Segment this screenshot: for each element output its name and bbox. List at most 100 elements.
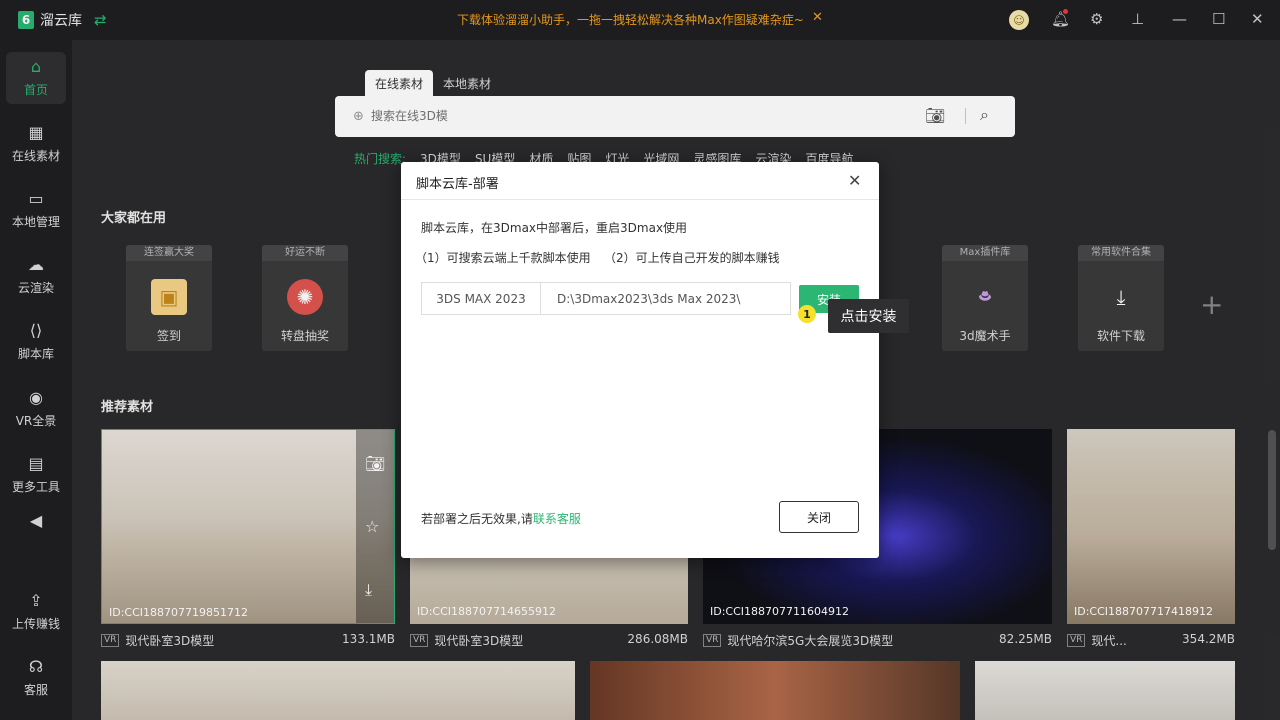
tab-online-assets[interactable]: 在线素材: [365, 70, 434, 96]
model-id: ID:CCI188707717418912: [1074, 605, 1214, 618]
dialog-header: 脚本云库-部署 ✕: [401, 162, 879, 200]
close-window-icon[interactable]: ✕: [1251, 10, 1264, 28]
grid-icon: ▦: [28, 122, 44, 142]
calendar-icon: ▣: [151, 279, 187, 315]
maximize-icon[interactable]: ☐: [1212, 10, 1225, 28]
tool-card-magic-hand[interactable]: Max插件库 🎩︎ 3d魔术手: [942, 245, 1028, 351]
search-input[interactable]: [371, 106, 871, 126]
scrollbar[interactable]: [1268, 430, 1276, 550]
model-thumbnail: [1067, 429, 1235, 624]
sidebar-item-label: 首页: [23, 82, 48, 97]
tool-card-lottery[interactable]: 好运不断 ✺ 转盘抽奖: [262, 245, 348, 351]
tool-tag: Max插件库: [942, 245, 1028, 261]
wheel-icon: ✺: [287, 279, 323, 315]
title-bar: 6 溜云库 ⇄ 下载体验溜溜小助手，一拖一拽轻松解决各种Max作图疑难杂症~ ✕…: [0, 0, 1280, 40]
sidebar-item-label: 云渲染: [17, 280, 54, 295]
promo-close-icon[interactable]: ✕: [812, 10, 823, 25]
dialog-footer: 若部署之后无效果,请联系客服: [421, 510, 581, 527]
add-tool-button[interactable]: +: [1200, 288, 1223, 321]
hot-search-label: 热门搜索:: [354, 152, 407, 166]
search-icon[interactable]: ⌕: [980, 105, 989, 125]
dialog-title: 脚本云库-部署: [416, 177, 499, 192]
model-size: 354.2MB: [1182, 632, 1235, 646]
vr-badge: VR: [101, 633, 120, 647]
footer-text: 若部署之后无效果,请: [421, 512, 533, 526]
logo-mark: 6: [18, 11, 34, 29]
tool-card-software-download[interactable]: 常用软件合集 ⤓ 软件下载: [1078, 245, 1164, 351]
download-box-icon: ⤓: [1103, 279, 1139, 315]
model-size: 133.1MB: [342, 632, 395, 646]
dialog-description: 脚本云库，在3Dmax中部署后，重启3Dmax使用: [421, 221, 688, 235]
vr-badge: VR: [703, 633, 722, 647]
model-title[interactable]: 现代卧室3D模型: [434, 632, 523, 649]
contact-support-link[interactable]: 联系客服: [533, 512, 581, 526]
minimize-icon[interactable]: —: [1172, 10, 1187, 28]
model-meta: VR 现代卧室3D模型 286.08MB: [410, 631, 688, 649]
model-id: ID:CCI188707719851712: [109, 606, 249, 619]
model-meta: VR 现代卧室3D模型 133.1MB: [101, 631, 395, 649]
model-title[interactable]: 现代卧室3D模型: [125, 632, 214, 649]
model-size: 82.25MB: [999, 632, 1052, 646]
camera-search-icon[interactable]: 📷︎: [925, 106, 945, 125]
model-id: ID:CCI188707714655912: [417, 605, 557, 618]
sidebar-item-home[interactable]: ⌂ 首页: [6, 52, 66, 104]
close-icon[interactable]: ✕: [848, 171, 861, 190]
install-path-field[interactable]: D:\3Dmax2023\3ds Max 2023\: [540, 282, 791, 315]
camera-icon[interactable]: 📷︎: [365, 454, 385, 473]
star-icon[interactable]: ☆: [365, 517, 379, 536]
gear-icon[interactable]: ⚙: [1090, 10, 1103, 28]
swap-icon[interactable]: ⇄: [94, 11, 107, 29]
model-title[interactable]: 现代哈尔滨5G大会展览3D模型: [727, 632, 893, 649]
sidebar-item-vr[interactable]: ◉ VR全景: [6, 383, 66, 435]
max-version-select[interactable]: 3DS MAX 2023: [421, 282, 541, 315]
install-tooltip: 点击安装: [828, 299, 909, 333]
sidebar: ⌂ 首页 ▦ 在线素材 ▭ 本地管理 ☁ 云渲染 ⟨⟩ 脚本库 ◉ VR全景 ▤…: [0, 40, 72, 720]
model-thumbnail[interactable]: [101, 661, 575, 720]
vr-badge: VR: [1067, 633, 1086, 647]
upload-icon: ⇪: [29, 590, 43, 610]
monitor-icon: ▭: [28, 188, 44, 208]
sidebar-item-label: 客服: [23, 682, 48, 697]
tool-card-checkin[interactable]: 连签赢大奖 ▣ 签到: [126, 245, 212, 351]
search-bar: ⊕ 📷︎ ⌕: [335, 96, 1015, 137]
sidebar-item-online-assets[interactable]: ▦ 在线素材: [6, 118, 66, 170]
sidebar-item-support[interactable]: ☊ 客服: [6, 652, 66, 704]
tool-label: 软件下载: [1096, 329, 1145, 343]
model-card[interactable]: ID:CCI188707717418912: [1067, 429, 1235, 624]
sidebar-item-local[interactable]: ▭ 本地管理: [6, 184, 66, 236]
search-divider: [965, 108, 966, 124]
sidebar-item-cloud-render[interactable]: ☁ 云渲染: [6, 250, 66, 302]
globe-icon: ⊕: [353, 109, 364, 124]
dialog-point-2: （2）可上传自己开发的脚本赚钱: [604, 251, 780, 265]
tab-local-assets[interactable]: 本地素材: [433, 70, 501, 96]
download-icon[interactable]: ⤓: [365, 580, 372, 600]
sidebar-item-upload[interactable]: ⇪ 上传赚钱: [6, 586, 66, 638]
sidebar-item-more-tools[interactable]: ▤ 更多工具: [6, 449, 66, 501]
app-name: 溜云库: [40, 13, 82, 29]
close-button[interactable]: 关闭: [779, 501, 859, 533]
model-thumbnail[interactable]: [590, 661, 960, 720]
section-title-popular: 大家都在用: [101, 211, 167, 226]
pin-icon[interactable]: ⊥: [1131, 10, 1144, 28]
step-badge: 1: [798, 305, 816, 323]
sidebar-item-label: 上传赚钱: [11, 616, 60, 631]
promo-banner[interactable]: 下载体验溜溜小助手，一拖一拽轻松解决各种Max作图疑难杂症~: [457, 11, 804, 28]
code-icon: ⟨⟩: [29, 320, 43, 340]
tool-label: 3d魔术手: [959, 329, 1011, 343]
deploy-dialog: 脚本云库-部署 ✕ 脚本云库，在3Dmax中部署后，重启3Dmax使用 （1）可…: [401, 162, 909, 558]
collapse-sidebar-button[interactable]: ◀: [6, 506, 66, 536]
section-title-recommended: 推荐素材: [101, 400, 154, 415]
sidebar-item-label: VR全景: [15, 413, 57, 428]
vr-badge: VR: [410, 633, 429, 647]
model-thumbnail[interactable]: [975, 661, 1235, 720]
user-avatar[interactable]: ☺: [1009, 10, 1029, 30]
model-card[interactable]: 📷︎ ☆ ⤓ ID:CCI188707719851712: [101, 429, 395, 624]
cloud-icon: ☁: [28, 254, 44, 274]
magic-hat-icon: 🎩︎: [967, 279, 1003, 315]
model-title[interactable]: 现代...: [1091, 632, 1126, 649]
model-size: 286.08MB: [627, 632, 688, 646]
collapse-icon: ◀: [29, 511, 43, 530]
card-toolbar: 📷︎ ☆ ⤓: [356, 430, 394, 623]
model-meta: VR 现代哈尔滨5G大会展览3D模型 82.25MB: [703, 631, 1052, 649]
sidebar-item-scripts[interactable]: ⟨⟩ 脚本库: [6, 316, 66, 368]
